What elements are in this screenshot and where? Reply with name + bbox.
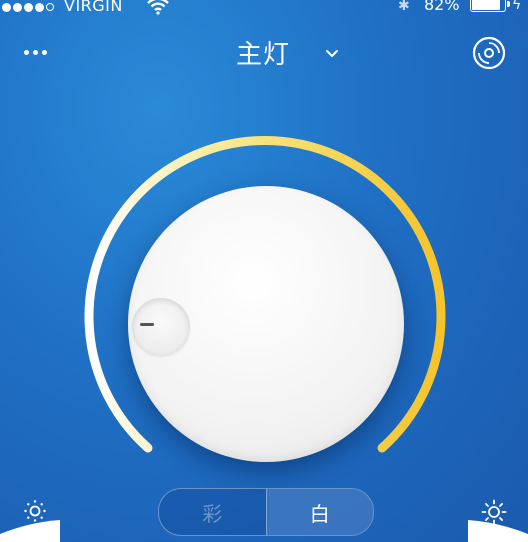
knob-handle[interactable] [132, 298, 190, 356]
knob-marker [140, 323, 154, 326]
bottom-panel-edge [0, 520, 528, 542]
